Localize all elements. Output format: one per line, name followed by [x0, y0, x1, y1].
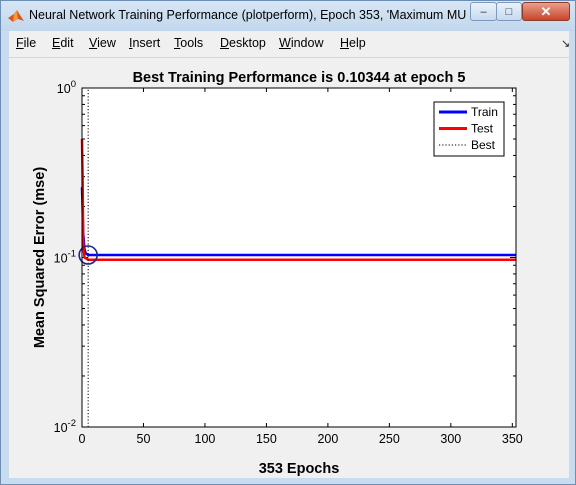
legend-label-train: Train: [471, 105, 498, 119]
x-tick-label: 350: [502, 432, 523, 446]
matlab-logo-icon: [8, 10, 24, 22]
x-tick-label: 250: [379, 432, 400, 446]
close-icon: ✕: [540, 3, 552, 19]
y-tick-label: 100: [57, 79, 76, 96]
menu-edit[interactable]: Edit: [52, 36, 74, 50]
y-tick-label: 10-2: [54, 418, 76, 435]
menu-bar: File Edit View Insert Tools Desktop Wind…: [9, 31, 570, 58]
menu-desktop[interactable]: Desktop: [220, 36, 266, 50]
window-title: Neural Network Training Performance (plo…: [29, 8, 481, 22]
menu-help[interactable]: Help: [340, 36, 366, 50]
performance-chart[interactable]: Best Training Performance is 0.10344 at …: [9, 58, 569, 478]
x-tick-label: 100: [195, 432, 216, 446]
x-tick-label: 150: [256, 432, 277, 446]
minimize-icon: –: [480, 5, 487, 18]
x-axis-label: 353 Epochs: [259, 461, 340, 477]
menu-view[interactable]: View: [89, 36, 116, 50]
x-tick-label: 300: [440, 432, 461, 446]
dock-arrow-icon[interactable]: ↘: [561, 37, 570, 50]
minimize-button[interactable]: –: [470, 2, 497, 21]
figure-canvas: Best Training Performance is 0.10344 at …: [9, 58, 569, 478]
menu-insert[interactable]: Insert: [129, 36, 160, 50]
close-button[interactable]: ✕: [522, 2, 570, 21]
menu-file[interactable]: File: [16, 36, 36, 50]
legend-label-best: Best: [471, 138, 496, 152]
x-tick-label: 200: [317, 432, 338, 446]
maximize-button[interactable]: □: [496, 2, 522, 21]
chart-title: Best Training Performance is 0.10344 at …: [133, 70, 466, 86]
title-bar[interactable]: Neural Network Training Performance (plo…: [1, 1, 575, 31]
legend-label-test: Test: [471, 122, 494, 136]
figure-window: Neural Network Training Performance (plo…: [0, 0, 576, 485]
y-tick-label: 10-1: [54, 249, 76, 266]
x-tick-label: 0: [79, 432, 86, 446]
y-axis-label: Mean Squared Error (mse): [32, 167, 48, 348]
menu-window[interactable]: Window: [279, 36, 323, 50]
x-tick-label: 50: [137, 432, 151, 446]
menu-tools[interactable]: Tools: [174, 36, 203, 50]
maximize-icon: □: [505, 5, 513, 18]
